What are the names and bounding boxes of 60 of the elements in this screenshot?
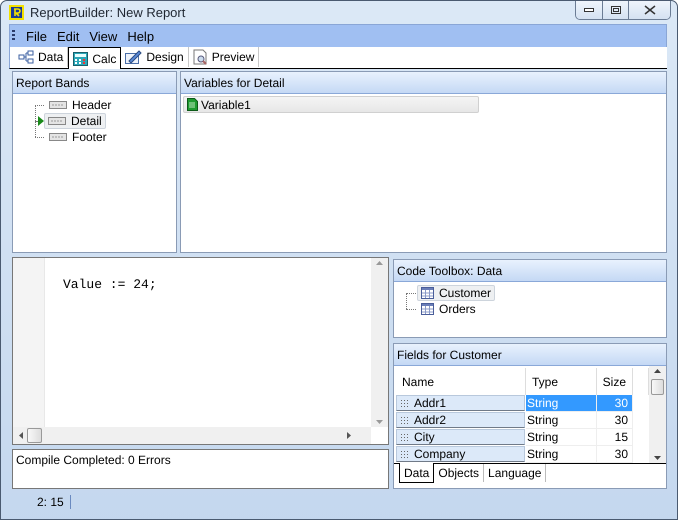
scroll-left-icon[interactable]: [19, 432, 23, 440]
minimize-icon: [584, 8, 594, 12]
table-icon: [421, 287, 434, 300]
code-line: Value := 24;: [63, 277, 158, 292]
panel-title: Fields for Customer: [394, 344, 666, 366]
table-icon: [421, 303, 434, 316]
field-name[interactable]: City: [396, 429, 525, 446]
panel-title: Code Toolbox: Data: [394, 260, 666, 282]
toolbox-item[interactable]: Orders: [417, 301, 480, 318]
data-icon: [18, 50, 34, 64]
variable-item[interactable]: Variable1: [183, 96, 479, 114]
band-icon: [48, 117, 66, 126]
close-icon: [644, 5, 656, 15]
calculator-icon: [73, 52, 88, 66]
panel-title: Report Bands: [13, 72, 176, 94]
menu-item[interactable]: Help: [122, 28, 160, 44]
toolbox-item[interactable]: Customer: [417, 285, 496, 302]
scroll-thumb[interactable]: [27, 428, 42, 444]
band-icon: [49, 101, 67, 110]
document-icon: [187, 98, 198, 112]
panel-title: Variables for Detail: [181, 72, 666, 94]
band-icon: [49, 133, 67, 142]
compile-message: Compile Completed: 0 Errors: [12, 449, 389, 490]
scroll-right-icon[interactable]: [347, 432, 351, 440]
preview-icon: [192, 49, 208, 66]
tab[interactable]: Calc: [68, 47, 122, 70]
horizontal-scrollbar[interactable]: [13, 427, 371, 444]
table-cell: 30: [597, 412, 633, 430]
close-button[interactable]: [628, 1, 670, 19]
table-cell: String: [526, 412, 597, 430]
scroll-thumb[interactable]: [651, 379, 664, 396]
field-name[interactable]: Company: [396, 446, 525, 462]
table-cell: String: [526, 446, 597, 464]
vertical-scrollbar[interactable]: [649, 366, 666, 464]
minimize-button[interactable]: [576, 1, 602, 19]
tab[interactable]: Data: [399, 463, 434, 484]
table-cell: String: [526, 429, 597, 446]
band-item[interactable]: Detail: [44, 113, 106, 130]
menu-item[interactable]: Edit: [52, 28, 84, 44]
table-cell: 30: [597, 446, 633, 464]
maximize-icon: [610, 6, 620, 14]
cursor-position: 2: 15: [37, 494, 71, 509]
table-cell: String: [526, 395, 597, 412]
grip-icon: [12, 30, 15, 42]
field-name[interactable]: Addr2: [396, 412, 525, 428]
menu-item[interactable]: File: [21, 28, 52, 44]
app-logo-icon: [9, 5, 24, 20]
pencil-icon: [125, 50, 142, 64]
code-editor[interactable]: Value := 24;: [12, 257, 389, 446]
field-name[interactable]: Addr1: [396, 395, 525, 412]
table-cell: 30: [597, 395, 633, 412]
current-arrow-icon: [38, 116, 44, 126]
scroll-down-icon[interactable]: [654, 456, 661, 460]
band-item[interactable]: Header: [45, 97, 116, 114]
table-cell: 15: [597, 429, 633, 446]
scroll-up-icon[interactable]: [654, 369, 661, 374]
menu-item[interactable]: View: [84, 28, 122, 44]
window-title: ReportBuilder: New Report: [30, 5, 186, 20]
band-item[interactable]: Footer: [45, 129, 111, 146]
maximize-button[interactable]: [602, 1, 628, 19]
